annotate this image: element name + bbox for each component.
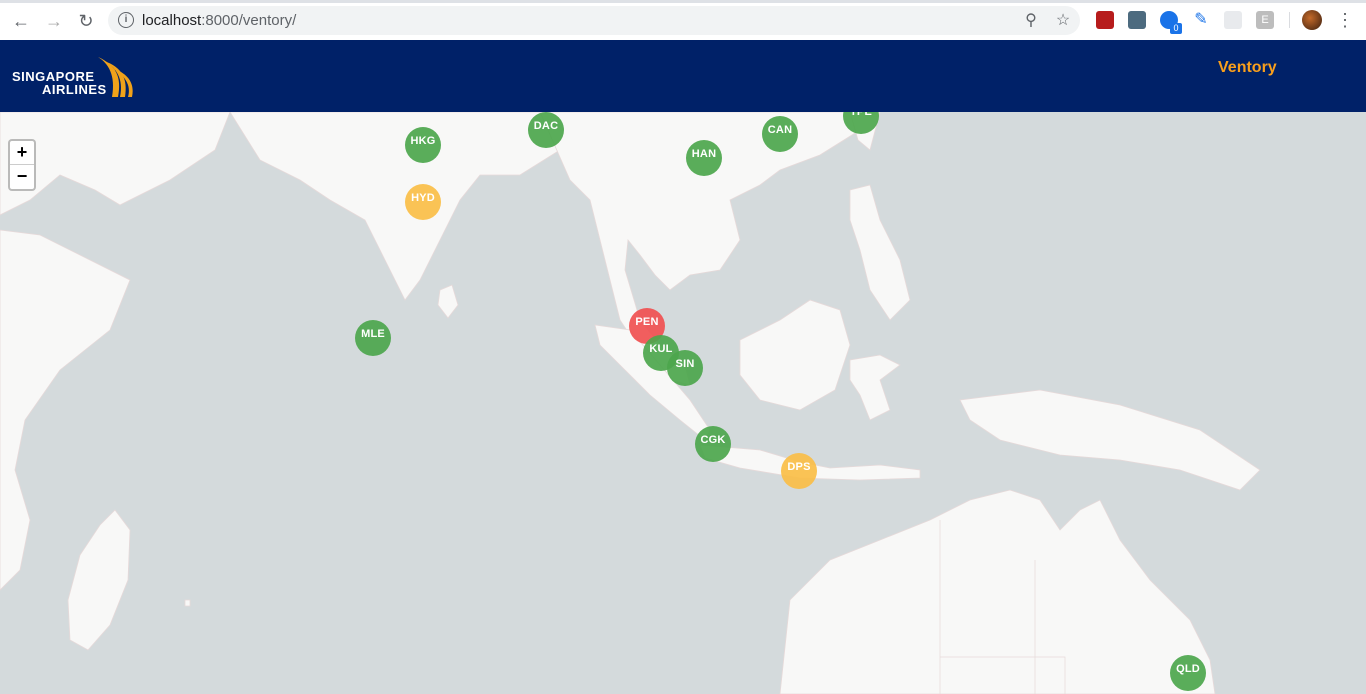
airport-marker-sin[interactable]: SIN <box>667 350 703 386</box>
app-header <box>0 40 1366 112</box>
zoom-out-button[interactable]: − <box>10 165 34 188</box>
airport-marker-han[interactable]: HAN <box>686 140 722 176</box>
airport-marker-mle[interactable]: MLE <box>355 320 391 356</box>
profile-avatar[interactable] <box>1302 10 1322 30</box>
airport-code-label: SIN <box>675 358 695 370</box>
url-host: localhost <box>142 12 202 29</box>
reload-icon[interactable]: ↻ <box>74 9 98 33</box>
zoom-control: + − <box>8 139 36 191</box>
map-view[interactable]: HKG DAC HAN CAN TPE HYD MLE PEN KUL SIN CGK DPS QLD <box>0 112 1366 694</box>
zoom-in-button[interactable]: + <box>10 141 34 165</box>
address-bar[interactable]: i localhost:8000/ventory/ ⚲ ☆ <box>108 6 1080 35</box>
back-icon[interactable]: ← <box>9 9 33 33</box>
airport-marker-dac[interactable]: DAC <box>528 112 564 148</box>
airport-code-label: HKG <box>410 135 436 147</box>
airport-marker-hyd[interactable]: HYD <box>405 184 441 220</box>
logo-bird-icon <box>98 57 133 97</box>
airport-code-label: HAN <box>691 148 717 160</box>
e-extension-icon[interactable]: E <box>1256 11 1274 29</box>
airport-marker-hkg[interactable]: HKG <box>405 127 441 163</box>
bookmark-star-icon[interactable]: ☆ <box>1054 12 1072 30</box>
airport-code-label: QLD <box>1176 663 1200 675</box>
airport-marker-cgk[interactable]: CGK <box>695 426 731 462</box>
airport-code-label: DAC <box>533 120 559 132</box>
window-extension-icon[interactable] <box>1128 11 1146 29</box>
forward-icon[interactable]: → <box>42 9 66 33</box>
singapore-airlines-logo[interactable]: SINGAPORE AIRLINES <box>12 55 134 99</box>
grid-extension-icon[interactable] <box>1224 11 1242 29</box>
ventory-nav-link[interactable]: Ventory <box>1218 59 1277 77</box>
airport-code-label: CGK <box>700 434 726 446</box>
toolbar-divider <box>1289 12 1290 28</box>
airport-marker-can[interactable]: CAN <box>762 116 798 152</box>
airport-marker-qld[interactable]: QLD <box>1170 655 1206 691</box>
airport-code-label: MLE <box>361 328 385 340</box>
browser-toolbar: ← → ↻ i localhost:8000/ventory/ ⚲ ☆ 0 ✎ … <box>0 0 1366 41</box>
airport-code-label: KUL <box>649 343 673 355</box>
basemap <box>0 112 1261 694</box>
airport-code-label: TPE <box>850 112 872 118</box>
airport-code-label: DPS <box>787 461 811 473</box>
airport-code-label: HYD <box>411 192 435 204</box>
tab-strip-edge <box>0 0 1366 3</box>
site-info-icon[interactable]: i <box>118 12 134 28</box>
airport-code-label: PEN <box>635 316 659 328</box>
browser-menu-icon[interactable]: ⋮ <box>1336 9 1354 31</box>
zoom-icon[interactable]: ⚲ <box>1022 12 1040 30</box>
airport-code-label: CAN <box>767 124 793 136</box>
url-path: :8000/ventory/ <box>201 12 297 29</box>
acrobat-extension-icon[interactable] <box>1096 11 1114 29</box>
extension-badge: 0 <box>1170 23 1182 34</box>
pen-extension-icon[interactable]: ✎ <box>1192 11 1210 29</box>
airport-marker-dps[interactable]: DPS <box>781 453 817 489</box>
url-text[interactable]: localhost:8000/ventory/ <box>142 12 296 29</box>
